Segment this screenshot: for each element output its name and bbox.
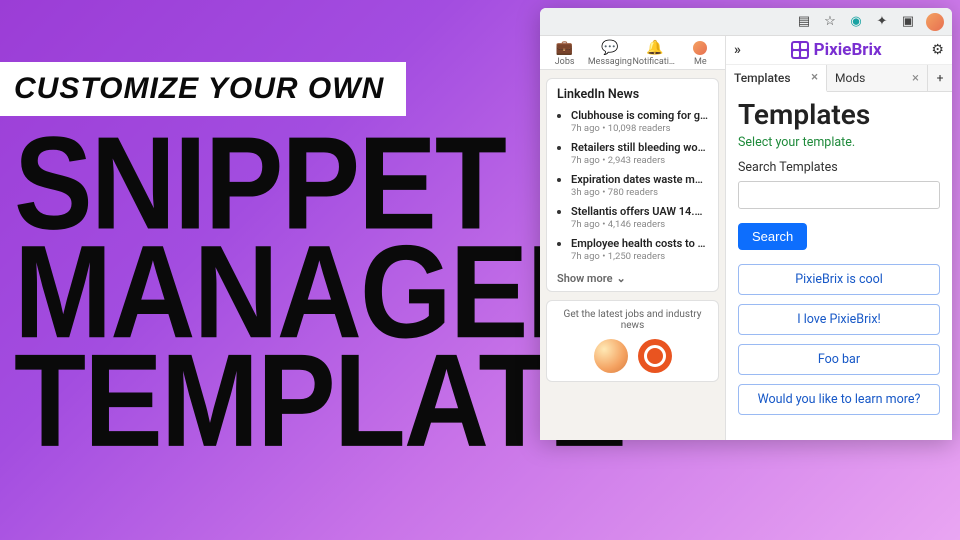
- nav-label: Messaging: [588, 57, 632, 67]
- promo-avatar: [594, 339, 628, 373]
- template-option[interactable]: I love PixieBrix!: [738, 304, 940, 335]
- news-headline: Clubhouse is coming for group texts: [571, 109, 708, 122]
- gear-icon[interactable]: ⚙: [931, 42, 944, 58]
- pixiebrix-tabs: Templates × Mods × +: [726, 65, 952, 92]
- news-headline: Expiration dates waste money, food: [571, 173, 708, 186]
- show-more-label: Show more: [557, 272, 613, 285]
- plus-icon: +: [937, 71, 944, 85]
- color-icon[interactable]: ◉: [848, 14, 864, 30]
- show-more-button[interactable]: Show more ⌄: [557, 268, 708, 285]
- news-meta: 7h ago • 2,943 readers: [571, 155, 708, 166]
- nav-label: Jobs: [555, 57, 575, 67]
- nav-messaging[interactable]: 💬 Messaging: [587, 40, 632, 67]
- news-meta: 7h ago • 4,146 readers: [571, 219, 708, 230]
- news-headline: Retailers still bleeding workers: [571, 141, 708, 154]
- news-meta: 7h ago • 1,250 readers: [571, 251, 708, 262]
- tab-label: Templates: [734, 71, 791, 85]
- close-icon[interactable]: ×: [811, 70, 818, 85]
- browser-window: ▤ ☆ ◉ ✦ ▣ 💼 Jobs 💬 Messaging 🔔 Notificat…: [540, 8, 952, 440]
- news-item[interactable]: Expiration dates waste money, food 3h ag…: [571, 172, 708, 198]
- news-meta: 3h ago • 780 readers: [571, 187, 708, 198]
- browser-toolbar: ▤ ☆ ◉ ✦ ▣: [540, 8, 952, 36]
- close-icon[interactable]: ×: [912, 71, 919, 86]
- pixiebrix-header: » PixieBrix ⚙: [726, 36, 952, 65]
- template-option[interactable]: PixieBrix is cool: [738, 264, 940, 295]
- chat-icon: 💬: [601, 40, 618, 56]
- news-item[interactable]: Retailers still bleeding workers 7h ago …: [571, 140, 708, 166]
- hero-tagline: CUSTOMIZE YOUR OWN: [0, 62, 406, 116]
- hero-title: SNIPPET MANAGER TEMPLATE: [14, 130, 625, 455]
- search-label: Search Templates: [738, 160, 940, 175]
- window-icon[interactable]: ▣: [900, 14, 916, 30]
- expand-icon[interactable]: »: [734, 42, 741, 58]
- linkedin-panel: 💼 Jobs 💬 Messaging 🔔 Notifications Me Li: [540, 36, 726, 440]
- news-item[interactable]: Employee health costs to ramp up 7h ago …: [571, 236, 708, 262]
- nav-me[interactable]: Me: [678, 40, 723, 67]
- search-input[interactable]: [738, 181, 940, 209]
- briefcase-icon: 💼: [556, 40, 573, 56]
- linkedin-promo-card: Get the latest jobs and industry news: [546, 300, 719, 382]
- template-option[interactable]: Foo bar: [738, 344, 940, 375]
- tab-label: Mods: [835, 71, 865, 85]
- news-title: LinkedIn News: [557, 87, 708, 102]
- star-icon[interactable]: ☆: [822, 14, 838, 30]
- pixiebrix-brand: PixieBrix: [791, 40, 882, 60]
- add-tab-button[interactable]: +: [928, 65, 952, 91]
- linkedin-nav: 💼 Jobs 💬 Messaging 🔔 Notifications Me: [540, 36, 725, 70]
- news-headline: Employee health costs to ramp up: [571, 237, 708, 250]
- news-item[interactable]: Clubhouse is coming for group texts 7h a…: [571, 108, 708, 134]
- news-item[interactable]: Stellantis offers UAW 14.5% pay 7h ago •…: [571, 204, 708, 230]
- panel-subtitle: Select your template.: [738, 135, 940, 150]
- news-meta: 7h ago • 10,098 readers: [571, 123, 708, 134]
- search-button[interactable]: Search: [738, 223, 807, 250]
- pixiebrix-logo-icon: [791, 41, 809, 59]
- view-list-icon[interactable]: ▤: [796, 14, 812, 30]
- bell-icon: 🔔: [646, 40, 663, 56]
- news-headline: Stellantis offers UAW 14.5% pay: [571, 205, 708, 218]
- profile-avatar[interactable]: [926, 13, 944, 31]
- linkedin-news-card: LinkedIn News Clubhouse is coming for gr…: [546, 78, 719, 292]
- nav-label: Me: [694, 57, 707, 67]
- extension-icon[interactable]: ✦: [874, 14, 890, 30]
- pixiebrix-panel: » PixieBrix ⚙ Templates × Mods × +: [726, 36, 952, 440]
- chevron-down-icon: ⌄: [617, 272, 626, 285]
- promo-logo: [638, 339, 672, 373]
- nav-label: Notifications: [633, 57, 678, 67]
- nav-jobs[interactable]: 💼 Jobs: [542, 40, 587, 67]
- nav-notifications[interactable]: 🔔 Notifications: [633, 40, 678, 67]
- brand-name: PixieBrix: [814, 40, 882, 60]
- tab-templates[interactable]: Templates ×: [726, 65, 827, 92]
- tab-mods[interactable]: Mods ×: [827, 65, 928, 91]
- panel-title: Templates: [738, 98, 940, 131]
- promo-text: Get the latest jobs and industry news: [557, 309, 708, 331]
- template-option[interactable]: Would you like to learn more?: [738, 384, 940, 415]
- avatar-icon: [693, 40, 707, 56]
